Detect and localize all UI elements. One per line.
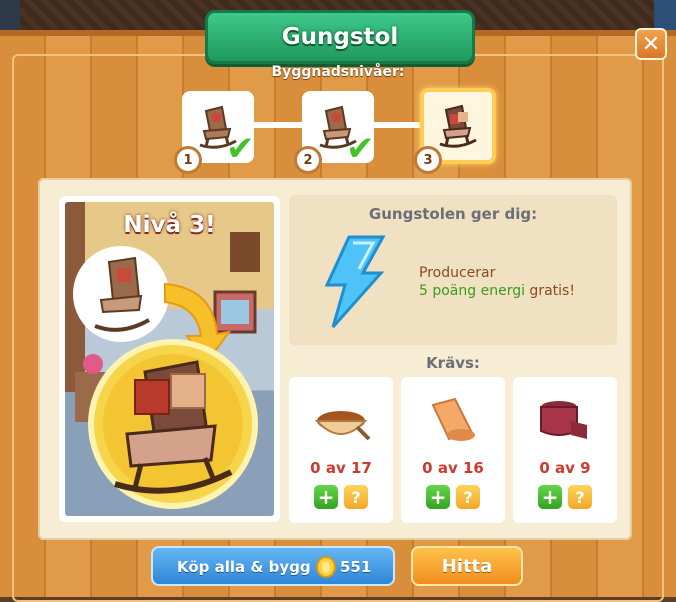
dialog-title: Gungstol [281, 24, 399, 50]
buy-price: 551 [340, 558, 372, 576]
checkmark-icon: ✔ [346, 129, 375, 169]
ribbon-spool-icon [540, 401, 587, 439]
reward-box: Gungstolen ger dig: Producerar 5 poäng e… [289, 195, 617, 345]
close-button[interactable]: ✕ [635, 28, 667, 60]
upgrade-preview: Nivå 3! [59, 196, 280, 522]
help-button[interactable]: ? [456, 485, 480, 509]
checkmark-icon: ✔ [226, 129, 255, 169]
requirement-count: 0 av 16 [422, 459, 484, 477]
buy-all-and-build-button[interactable]: Köp alla & bygg 551 [151, 546, 395, 586]
find-button[interactable]: Hitta [411, 546, 523, 586]
upgrade-illustration [65, 202, 260, 509]
requirement-card: 0 av 9 + ? [513, 377, 617, 523]
add-resource-button[interactable]: + [314, 485, 338, 509]
reward-energy-points: 5 poäng energi [419, 283, 525, 299]
requirement-count: 0 av 9 [539, 459, 591, 477]
add-resource-button[interactable]: + [426, 485, 450, 509]
bowl-of-powder-icon [314, 411, 371, 441]
preview-scene: Nivå 3! [65, 202, 274, 516]
coin-icon [316, 556, 336, 578]
requires-label: Krävs: [426, 354, 480, 372]
title-ribbon: Gungstol [205, 10, 475, 64]
close-icon: ✕ [641, 31, 661, 57]
requirement-card: 0 av 17 + ? [289, 377, 393, 523]
reward-free-label: gratis! [524, 283, 575, 299]
help-button[interactable]: ? [568, 485, 592, 509]
requirement-card: 0 av 16 + ? [401, 377, 505, 523]
reward-title: Gungstolen ger dig: [368, 205, 538, 223]
rocking-chair-icon [439, 104, 477, 148]
help-button[interactable]: ? [344, 485, 368, 509]
energy-bolt-icon [324, 235, 386, 328]
level-number-3: 3 [414, 146, 442, 174]
reward-amount: 5 poäng energi gratis! [419, 283, 575, 299]
add-resource-button[interactable]: + [538, 485, 562, 509]
levels-label: Byggnadsnivåer: [271, 64, 405, 80]
reward-produces-label: Producerar [419, 265, 496, 281]
level-number-1: 1 [174, 146, 202, 174]
fabric-roll-icon [431, 397, 475, 441]
preview-level-title: Nivå 3! [123, 212, 216, 238]
buy-all-label: Köp alla & bygg [177, 558, 311, 576]
requirement-count: 0 av 17 [310, 459, 372, 477]
level-number-2: 2 [294, 146, 322, 174]
